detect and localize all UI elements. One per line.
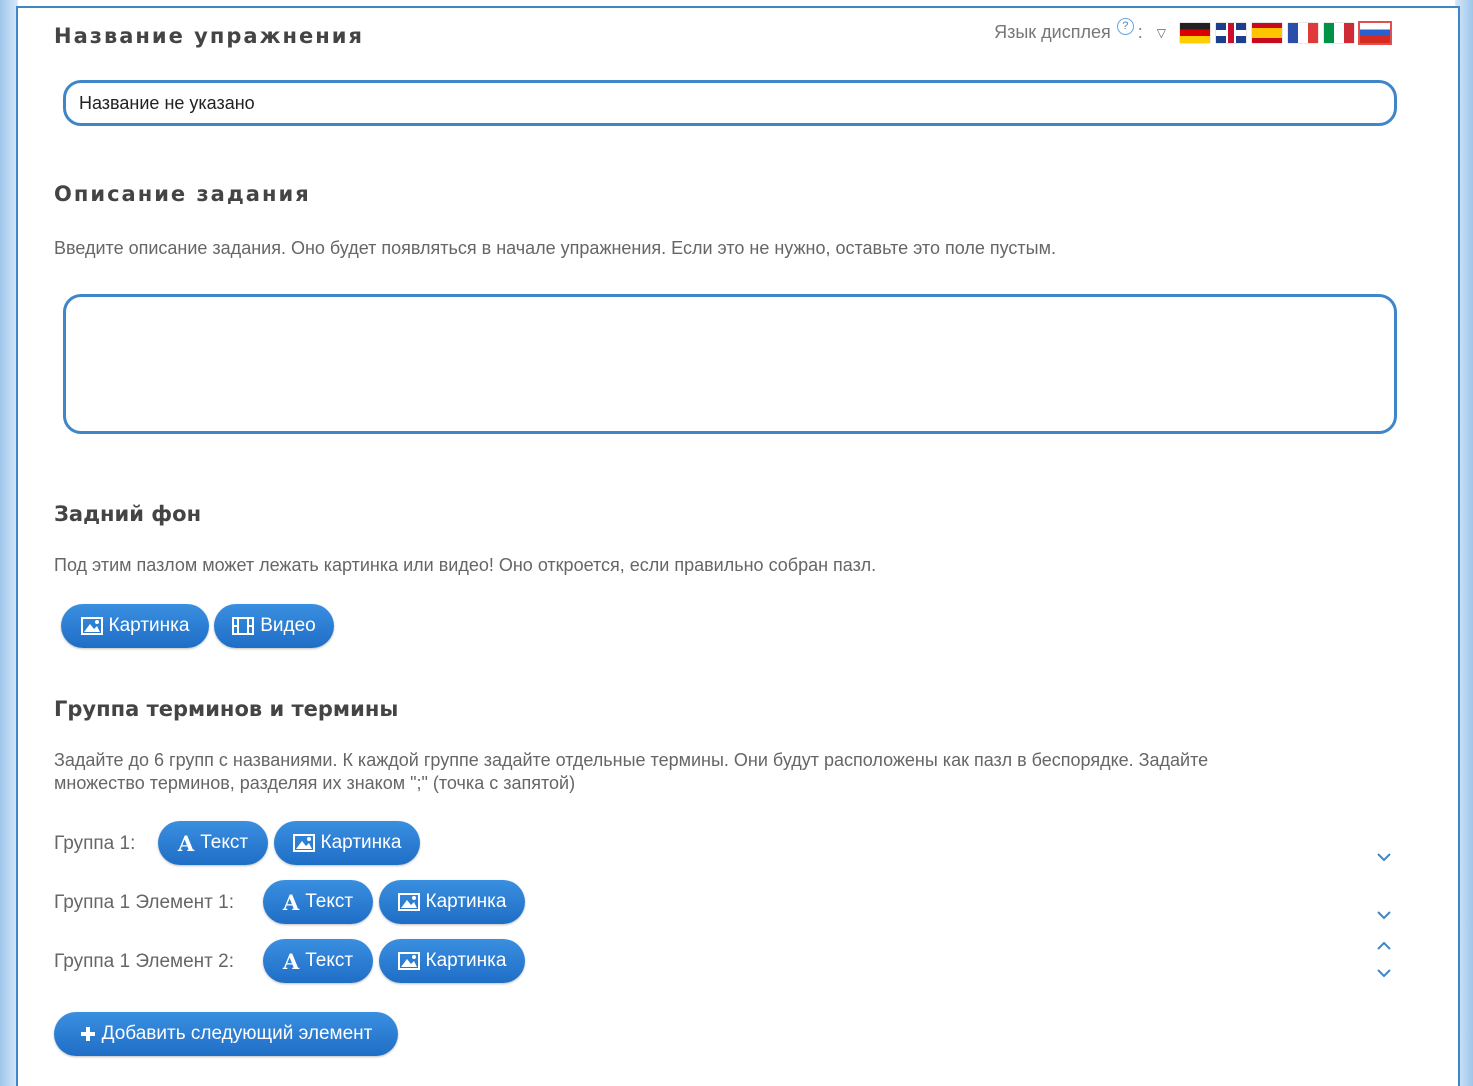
- text-icon: A: [177, 830, 195, 856]
- background-description: Под этим пазлом может лежать картинка ил…: [54, 555, 877, 575]
- image-icon: [292, 834, 315, 852]
- background-video-button[interactable]: Видео: [214, 604, 334, 648]
- flag-es-icon[interactable]: [1252, 22, 1282, 43]
- flag-de-icon[interactable]: [1180, 22, 1210, 43]
- image-icon: [80, 617, 103, 635]
- caret-down-icon[interactable]: ▽: [1157, 26, 1166, 40]
- group-1-text-label: Текст: [200, 832, 249, 853]
- background-video-label: Видео: [260, 615, 316, 636]
- text-icon: A: [282, 889, 300, 915]
- terms-heading: Группа терминов и термины: [54, 697, 399, 721]
- add-element-button[interactable]: Добавить следующий элемент: [54, 1012, 398, 1056]
- text-icon: A: [282, 948, 300, 974]
- colon-separator: :: [1137, 22, 1143, 42]
- page-title: Название упражнения: [54, 24, 364, 48]
- image-icon: [397, 952, 420, 970]
- chevron-down-icon[interactable]: [1376, 851, 1392, 863]
- editor-panel: Название упражнения Язык дисплея ? : ▽ О…: [16, 6, 1460, 1086]
- element-1-text-label: Текст: [305, 891, 354, 912]
- task-textarea[interactable]: [63, 294, 1397, 434]
- chevron-down-icon[interactable]: [1376, 967, 1392, 979]
- help-icon[interactable]: ?: [1116, 18, 1134, 35]
- terms-description-line1: Задайте до 6 групп с названиями. К каждо…: [54, 750, 1209, 770]
- element-1-text-button[interactable]: A Текст: [263, 880, 373, 924]
- flag-ru-icon[interactable]: [1358, 20, 1392, 45]
- group-1-text-button[interactable]: A Текст: [158, 821, 268, 865]
- element-1-picture-label: Картинка: [425, 891, 507, 912]
- flag-gb-icon[interactable]: [1216, 22, 1246, 43]
- background-picture-label: Картинка: [108, 615, 190, 636]
- task-heading: Описание задания: [54, 182, 311, 206]
- display-language-label: Язык дисплея: [994, 22, 1111, 42]
- terms-description-line2: множество терминов, разделяя их знаком "…: [54, 773, 576, 793]
- chevron-down-icon[interactable]: [1376, 909, 1392, 921]
- element-2-text-label: Текст: [305, 950, 354, 971]
- group-1-label: Группа 1:: [54, 833, 136, 854]
- element-2-text-button[interactable]: A Текст: [263, 939, 373, 983]
- image-icon: [397, 893, 420, 911]
- flag-it-icon[interactable]: [1324, 22, 1354, 43]
- group-1-picture-button[interactable]: Картинка: [274, 821, 420, 865]
- element-1-label: Группа 1 Элемент 1:: [54, 892, 234, 913]
- chevron-up-icon[interactable]: [1376, 940, 1392, 952]
- element-2-picture-label: Картинка: [425, 950, 507, 971]
- element-2-label: Группа 1 Элемент 2:: [54, 951, 234, 972]
- element-1-picture-button[interactable]: Картинка: [379, 880, 525, 924]
- film-icon: [232, 617, 255, 635]
- display-language: Язык дисплея ? : ▽: [994, 18, 1392, 45]
- add-element-label: Добавить следующий элемент: [101, 1023, 373, 1044]
- task-description: Введите описание задания. Оно будет появ…: [54, 238, 1056, 258]
- flag-fr-icon[interactable]: [1288, 22, 1318, 43]
- plus-icon: [80, 1026, 96, 1042]
- title-input[interactable]: [63, 80, 1397, 126]
- background-heading: Задний фон: [54, 502, 202, 526]
- element-2-picture-button[interactable]: Картинка: [379, 939, 525, 983]
- group-1-picture-label: Картинка: [320, 832, 402, 853]
- background-picture-button[interactable]: Картинка: [61, 604, 209, 648]
